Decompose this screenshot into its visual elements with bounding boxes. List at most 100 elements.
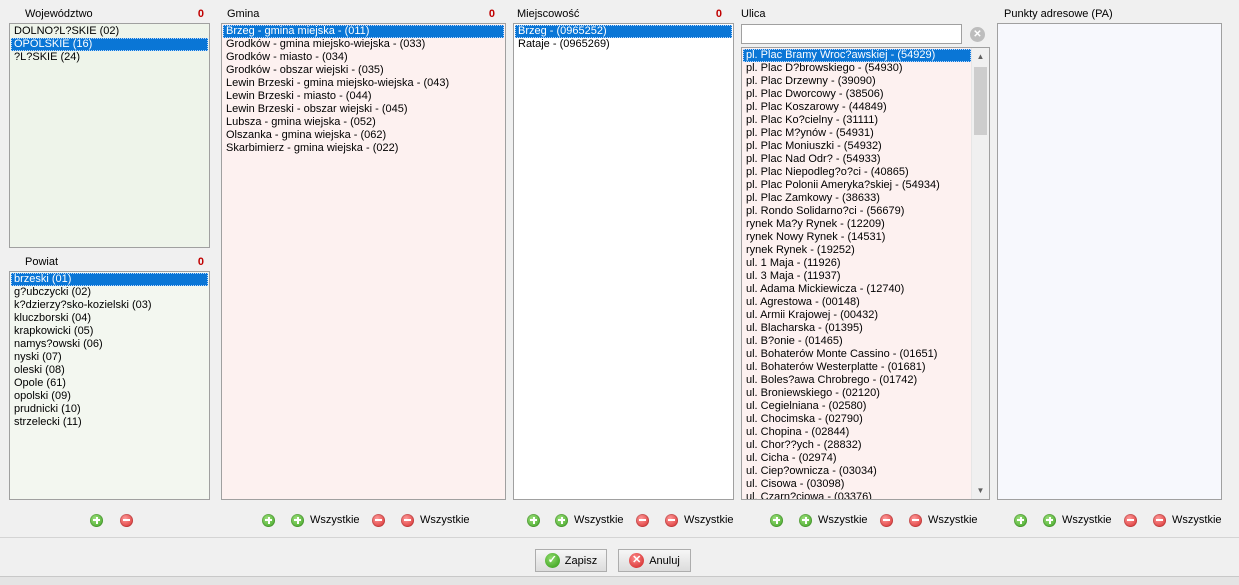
save-button[interactable]: ✓ Zapisz [535, 549, 607, 572]
list-item[interactable]: ul. Chopina - (02844) [743, 426, 971, 439]
gmina-remove-all-button[interactable]: Wszystkie [401, 512, 470, 528]
list-item[interactable]: Opole (61) [11, 377, 208, 390]
punkty-remove-button[interactable] [1124, 512, 1137, 528]
ulica-remove-all-button[interactable]: Wszystkie [909, 512, 978, 528]
gmina-add-all-button[interactable]: Wszystkie [291, 512, 360, 528]
list-item[interactable]: namys?owski (06) [11, 338, 208, 351]
punkty-add-button[interactable] [1014, 512, 1027, 528]
wojewodztwo-list[interactable]: DOLNO?L?SKIE (02) OPOLSKIE (16) ?L?SKIE (2… [9, 23, 210, 248]
list-item[interactable]: pl. Plac Polonii Ameryka?skiej - (54934) [743, 179, 971, 192]
list-item[interactable]: rynek Rynek - (19252) [743, 244, 971, 257]
list-item[interactable]: Grodków - miasto - (034) [223, 51, 504, 64]
list-item[interactable]: opolski (09) [11, 390, 208, 403]
list-item[interactable]: Lewin Brzeski - obszar wiejski - (045) [223, 103, 504, 116]
list-item[interactable]: ul. Agrestowa - (00148) [743, 296, 971, 309]
list-item[interactable]: pl. Plac Zamkowy - (38633) [743, 192, 971, 205]
list-item[interactable]: ?L?SKIE (24) [11, 51, 208, 64]
ulica-scrollbar[interactable]: ▲ ▼ [971, 48, 989, 499]
list-item[interactable]: pl. Plac M?ynów - (54931) [743, 127, 971, 140]
list-item[interactable]: pl. Plac Bramy Wroc?awskiej - (54929) [743, 49, 971, 62]
list-item[interactable]: ul. Cegielniana - (02580) [743, 400, 971, 413]
add-all-label: Wszystkie [574, 514, 624, 526]
ulica-list[interactable]: pl. Plac Bramy Wroc?awskiej - (54929) pl.… [741, 47, 990, 500]
list-item[interactable]: rynek Nowy Rynek - (14531) [743, 231, 971, 244]
list-item[interactable]: Lubsza - gmina wiejska - (052) [223, 116, 504, 129]
gmina-remove-button[interactable] [372, 512, 385, 528]
list-item[interactable]: ul. Broniewskiego - (02120) [743, 387, 971, 400]
list-item[interactable]: pl. Plac Niepodleg?o?ci - (40865) [743, 166, 971, 179]
list-item[interactable]: pl. Plac Moniuszki - (54932) [743, 140, 971, 153]
ulica-remove-button[interactable] [880, 512, 893, 528]
list-item[interactable]: ul. Armii Krajowej - (00432) [743, 309, 971, 322]
list-item[interactable]: ul. Blacharska - (01395) [743, 322, 971, 335]
scroll-down-icon[interactable]: ▼ [972, 482, 989, 499]
scroll-thumb[interactable] [974, 67, 987, 135]
list-item[interactable]: krapkowicki (05) [11, 325, 208, 338]
cancel-icon: ✕ [629, 553, 645, 568]
punkty-add-all-button[interactable]: Wszystkie [1043, 512, 1112, 528]
list-item[interactable]: pl. Plac Ko?cielny - (31111) [743, 114, 971, 127]
miejscowosc-add-all-button[interactable]: Wszystkie [555, 512, 624, 528]
list-item[interactable]: Brzeg - (0965252) [515, 25, 732, 38]
cancel-label: Anuluj [649, 554, 680, 567]
miejscowosc-list[interactable]: Brzeg - (0965252) Rataje - (0965269) [513, 23, 734, 500]
list-item[interactable]: pl. Plac Nad Odr? - (54933) [743, 153, 971, 166]
list-item[interactable]: rynek Ma?y Rynek - (12209) [743, 218, 971, 231]
list-item[interactable]: pl. Plac Koszarowy - (44849) [743, 101, 971, 114]
list-item[interactable]: ul. Bohaterów Monte Cassino - (01651) [743, 348, 971, 361]
miejscowosc-remove-all-button[interactable]: Wszystkie [665, 512, 734, 528]
scroll-up-icon[interactable]: ▲ [972, 48, 989, 65]
list-item[interactable]: Olszanka - gmina wiejska - (062) [223, 129, 504, 142]
cancel-button[interactable]: ✕ Anuluj [618, 549, 691, 572]
list-item[interactable]: Rataje - (0965269) [515, 38, 732, 51]
list-item[interactable]: brzeski (01) [11, 273, 208, 286]
list-item[interactable]: DOLNO?L?SKIE (02) [11, 25, 208, 38]
list-item[interactable]: ul. 3 Maja - (11937) [743, 270, 971, 283]
ulica-add-all-button[interactable]: Wszystkie [799, 512, 868, 528]
list-item[interactable]: nyski (07) [11, 351, 208, 364]
list-item[interactable]: ul. Chocimska - (02790) [743, 413, 971, 426]
miejscowosc-remove-button[interactable] [636, 512, 649, 528]
gmina-list[interactable]: Brzeg - gmina miejska - (011) Grodków - g… [221, 23, 506, 500]
list-item[interactable]: Brzeg - gmina miejska - (011) [223, 25, 504, 38]
list-item[interactable]: ul. Adama Mickiewicza - (12740) [743, 283, 971, 296]
list-item[interactable]: ul. Chor??ych - (28832) [743, 439, 971, 452]
wojewodztwo-count: 0 [197, 8, 204, 20]
list-item[interactable]: OPOLSKIE (16) [11, 38, 208, 51]
powiat-add-button[interactable] [90, 512, 103, 528]
list-item[interactable]: pl. Plac Drzewny - (39090) [743, 75, 971, 88]
miejscowosc-add-button[interactable] [527, 512, 540, 528]
list-item[interactable]: ul. 1 Maja - (11926) [743, 257, 971, 270]
list-item[interactable]: strzelecki (11) [11, 416, 208, 429]
list-item[interactable]: Skarbimierz - gmina wiejska - (022) [223, 142, 504, 155]
list-item[interactable]: ul. B?onie - (01465) [743, 335, 971, 348]
clear-icon[interactable]: ✕ [970, 27, 985, 42]
powiat-list[interactable]: brzeski (01) g?ubczycki (02) k?dzierzy?sko… [9, 271, 210, 500]
list-item[interactable]: ul. Cisowa - (03098) [743, 478, 971, 491]
ulica-search-input[interactable] [741, 24, 962, 44]
list-item[interactable]: ul. Boles?awa Chrobrego - (01742) [743, 374, 971, 387]
punkty-remove-all-button[interactable]: Wszystkie [1153, 512, 1222, 528]
footer-divider [0, 537, 1239, 538]
list-item[interactable]: pl. Plac D?browskiego - (54930) [743, 62, 971, 75]
list-item[interactable]: ul. Ciep?ownicza - (03034) [743, 465, 971, 478]
punkty-list[interactable] [997, 23, 1222, 500]
list-item[interactable]: ul. Bohaterów Westerplatte - (01681) [743, 361, 971, 374]
list-item[interactable]: Lewin Brzeski - miasto - (044) [223, 90, 504, 103]
list-item[interactable]: ul. Cicha - (02974) [743, 452, 971, 465]
gmina-add-button[interactable] [262, 512, 275, 528]
ulica-add-button[interactable] [770, 512, 783, 528]
list-item[interactable]: g?ubczycki (02) [11, 286, 208, 299]
list-item[interactable]: kluczborski (04) [11, 312, 208, 325]
list-item[interactable]: Lewin Brzeski - gmina miejsko-wiejska - … [223, 77, 504, 90]
remove-all-label: Wszystkie [684, 514, 734, 526]
list-item[interactable]: ul. Czarn?ciowa - (03376) [743, 491, 971, 499]
powiat-remove-button[interactable] [120, 512, 133, 528]
list-item[interactable]: Grodków - obszar wiejski - (035) [223, 64, 504, 77]
list-item[interactable]: k?dzierzy?sko-kozielski (03) [11, 299, 208, 312]
list-item[interactable]: pl. Rondo Solidarno?ci - (56679) [743, 205, 971, 218]
list-item[interactable]: Grodków - gmina miejsko-wiejska - (033) [223, 38, 504, 51]
list-item[interactable]: prudnicki (10) [11, 403, 208, 416]
list-item[interactable]: oleski (08) [11, 364, 208, 377]
list-item[interactable]: pl. Plac Dworcowy - (38506) [743, 88, 971, 101]
